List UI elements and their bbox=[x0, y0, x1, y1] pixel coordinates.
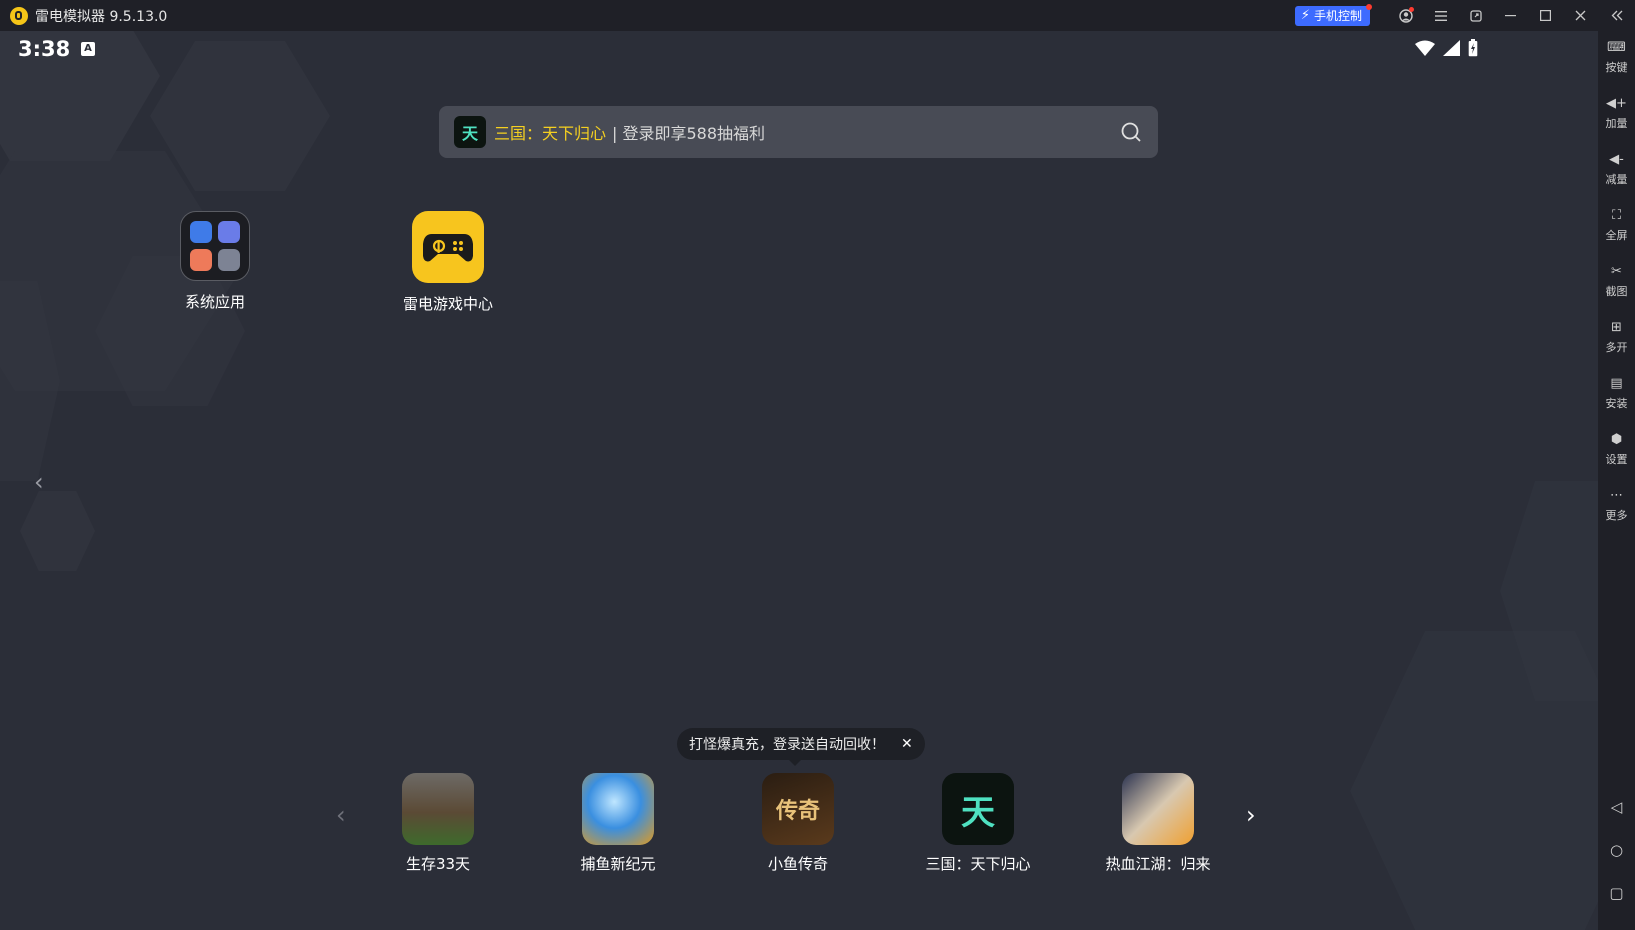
dock-app-label: 捕鱼新纪元 bbox=[580, 855, 656, 873]
install-icon: ▤ bbox=[1610, 376, 1623, 391]
app-icon bbox=[402, 773, 474, 845]
screenshot-icon: ✂ bbox=[1611, 264, 1622, 279]
sidebar-item-label: 安装 bbox=[1605, 397, 1628, 410]
sidebar-item-more[interactable]: ⋯ 更多 bbox=[1598, 487, 1635, 523]
dock-app-rexue[interactable]: 热血江湖：归来 bbox=[1088, 773, 1228, 874]
sidebar-item-label: 设置 bbox=[1605, 453, 1628, 466]
dock-app-label: 热血江湖：归来 bbox=[1105, 855, 1211, 873]
system-status-icons bbox=[1415, 39, 1478, 57]
phone-control-label: 手机控制 bbox=[1313, 9, 1362, 23]
folder-icon bbox=[180, 211, 250, 281]
search-icon[interactable] bbox=[1120, 121, 1142, 143]
back-icon[interactable]: ◁ bbox=[1598, 798, 1635, 816]
user-notification-dot bbox=[1409, 7, 1414, 12]
settings-app-icon bbox=[190, 221, 212, 243]
notification-dot bbox=[1366, 3, 1372, 10]
keyboard-icon: ⌨ bbox=[1607, 40, 1626, 55]
volume-down-icon: ◀- bbox=[1609, 152, 1624, 167]
dock-app-label: 三国：天下归心 bbox=[925, 855, 1031, 873]
dock-app-sanguo[interactable]: 天 三国：天下归心 bbox=[908, 773, 1048, 874]
minimize-icon[interactable] bbox=[1493, 0, 1528, 31]
app-icon: 传奇 bbox=[762, 773, 834, 845]
title-bar: 雷电模拟器 9.5.13.0 ⚡ 手机控制 bbox=[0, 0, 1635, 31]
game-center-app[interactable]: 雷电游戏中心 bbox=[378, 211, 518, 314]
sidebar-item-fullscreen[interactable]: ⛶ 全屏 bbox=[1598, 207, 1635, 243]
settings-icon: ⬢ bbox=[1610, 432, 1623, 447]
tooltip-close-icon[interactable]: ✕ bbox=[901, 736, 913, 752]
close-icon[interactable] bbox=[1563, 0, 1598, 31]
battery-icon bbox=[1468, 39, 1478, 57]
sidebar-item-volume-up[interactable]: ◀+ 加量 bbox=[1598, 95, 1635, 131]
volume-up-icon: ◀+ bbox=[1606, 96, 1627, 111]
dock-app-label: 生存33天 bbox=[405, 855, 471, 873]
contacts-app-icon bbox=[218, 249, 240, 271]
recents-icon[interactable]: ▢ bbox=[1598, 884, 1635, 902]
browser-app-icon bbox=[218, 221, 240, 243]
notification-a-icon: A bbox=[81, 42, 95, 56]
sidebar-item-volume-down[interactable]: ◀- 减量 bbox=[1598, 151, 1635, 187]
sidebar-item-label: 加量 bbox=[1605, 117, 1628, 130]
search-highlight-text: 三国：天下归心 bbox=[494, 124, 607, 143]
tooltip-text: 打怪爆真充，登录送自动回收！ bbox=[689, 737, 885, 753]
dock-next-arrow-icon[interactable]: › bbox=[1246, 801, 1256, 829]
sidebar-item-keys[interactable]: ⌨ 按键 bbox=[1598, 39, 1635, 75]
status-clock: 3:38 bbox=[18, 37, 71, 61]
sidebar-item-label: 多开 bbox=[1605, 341, 1628, 354]
maximize-icon[interactable] bbox=[1528, 0, 1563, 31]
menu-icon[interactable] bbox=[1423, 0, 1458, 31]
page-left-arrow-icon[interactable]: ‹ bbox=[34, 468, 44, 496]
lightning-icon: ⚡ bbox=[1300, 8, 1310, 23]
dock-app-label: 小鱼传奇 bbox=[767, 855, 828, 873]
gamepad-icon bbox=[412, 211, 484, 283]
sidebar-item-settings[interactable]: ⬢ 设置 bbox=[1598, 431, 1635, 467]
app-logo-icon bbox=[10, 6, 28, 25]
dock-prev-arrow-icon[interactable]: ‹ bbox=[336, 801, 346, 829]
sidebar-item-multi[interactable]: ⊞ 多开 bbox=[1598, 319, 1635, 355]
sidebar-item-label: 更多 bbox=[1605, 509, 1628, 522]
fullscreen-icon: ⛶ bbox=[1611, 208, 1622, 223]
phone-control-button[interactable]: ⚡ 手机控制 bbox=[1294, 3, 1372, 26]
sidebar-item-label: 全屏 bbox=[1605, 229, 1628, 242]
desktop-item-label: 系统应用 bbox=[184, 293, 245, 311]
sidebar-item-label: 按键 bbox=[1605, 61, 1628, 74]
gallery-app-icon bbox=[190, 249, 212, 271]
search-bar[interactable]: 天 三国：天下归心 | 登录即享588抽福利 bbox=[439, 106, 1158, 158]
title-bar-controls: ⚡ 手机控制 bbox=[1294, 0, 1635, 31]
search-promo-text: | 登录即享588抽福利 bbox=[612, 124, 766, 143]
desktop-item-label: 雷电游戏中心 bbox=[402, 295, 493, 313]
dock-app-buyu[interactable]: 捕鱼新纪元 bbox=[548, 773, 688, 874]
sidebar-item-label: 截图 bbox=[1605, 285, 1628, 298]
more-icon: ⋯ bbox=[1610, 488, 1623, 503]
multi-instance-icon: ⊞ bbox=[1611, 320, 1622, 335]
app-icon bbox=[1122, 773, 1194, 845]
wifi-icon bbox=[1415, 40, 1435, 56]
search-game-thumbnail: 天 bbox=[454, 116, 486, 148]
bg-hexagon bbox=[20, 491, 95, 571]
promo-tooltip: 打怪爆真充，登录送自动回收！ ✕ bbox=[677, 728, 925, 766]
user-icon[interactable] bbox=[1388, 0, 1423, 31]
dock-app-shengcun[interactable]: 生存33天 bbox=[368, 773, 508, 874]
sidebar-item-install[interactable]: ▤ 安装 bbox=[1598, 375, 1635, 411]
home-icon[interactable]: ○ bbox=[1598, 841, 1635, 859]
dock-app-xiaoyu[interactable]: 传奇 小鱼传奇 bbox=[728, 773, 868, 874]
app-icon: 天 bbox=[942, 773, 1014, 845]
collapse-sidebar-icon[interactable] bbox=[1598, 0, 1635, 31]
signal-icon bbox=[1443, 40, 1460, 56]
right-toolbar: ⌨ 按键 ◀+ 加量 ◀- 减量 ⛶ 全屏 ✂ 截图 ⊞ 多开 ▤ 安装 ⬢ 设… bbox=[1598, 31, 1635, 930]
android-screen: 3:38 A 天 三国：天下归心 | 登录即享588抽福利 系统应用 雷电游戏中… bbox=[0, 31, 1598, 930]
app-title: 雷电模拟器 9.5.13.0 bbox=[35, 8, 168, 25]
app-icon bbox=[582, 773, 654, 845]
status-bar: 3:38 A bbox=[0, 31, 1598, 67]
sidebar-item-screenshot[interactable]: ✂ 截图 bbox=[1598, 263, 1635, 299]
sidebar-item-label: 减量 bbox=[1605, 173, 1628, 186]
system-apps-folder[interactable]: 系统应用 bbox=[145, 211, 285, 312]
restore-window-icon[interactable] bbox=[1458, 0, 1493, 31]
